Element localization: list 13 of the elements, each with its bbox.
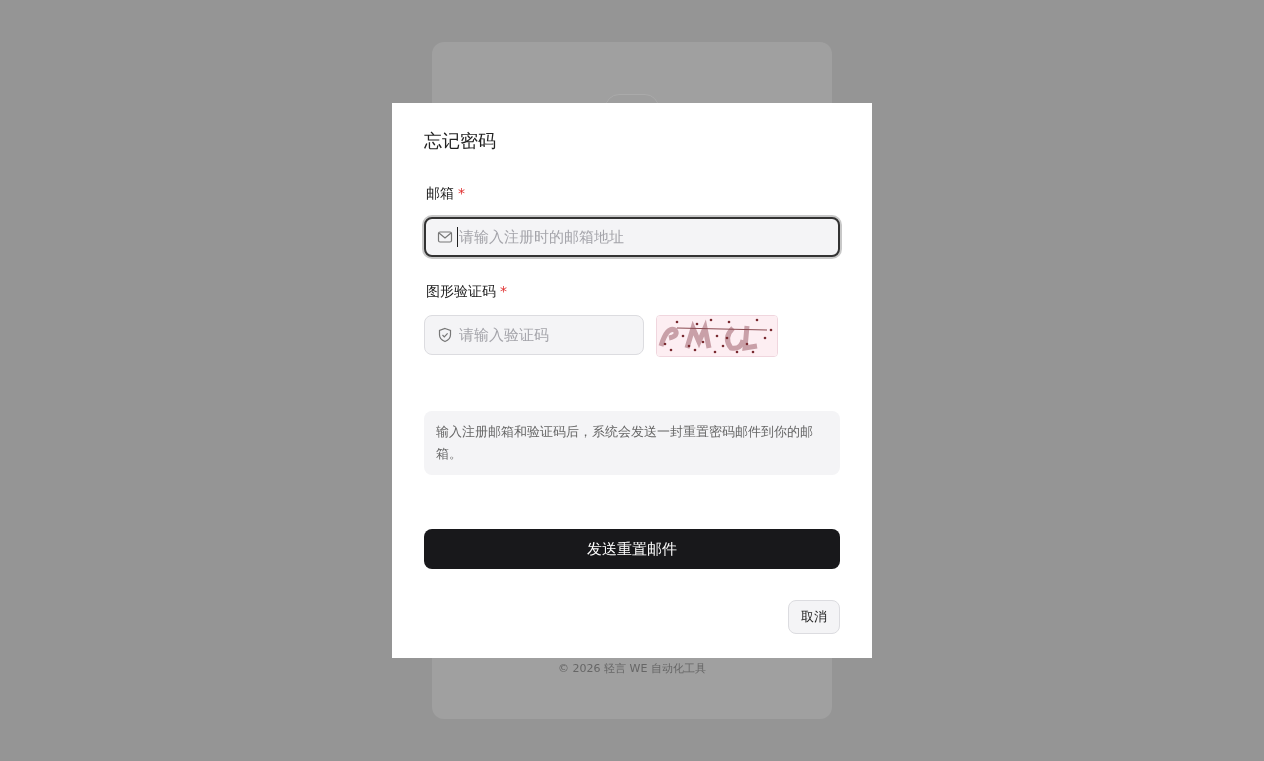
- captcha-field[interactable]: 请输入验证码: [424, 315, 644, 355]
- dialog-title: 忘记密码: [424, 129, 497, 153]
- email-field[interactable]: 请输入注册时的邮箱地址: [424, 217, 840, 257]
- required-mark: *: [458, 185, 465, 203]
- text-cursor: [457, 227, 458, 247]
- field-label: 图形验证码: [426, 283, 496, 301]
- field-label: 邮箱: [426, 185, 454, 203]
- send-reset-email-button[interactable]: 发送重置邮件: [424, 529, 840, 569]
- mail-icon: [437, 229, 453, 245]
- hint-text: 输入注册邮箱和验证码后，系统会发送一封重置密码邮件到你的邮箱。: [424, 411, 840, 475]
- shield-check-icon: [437, 327, 453, 343]
- cancel-button[interactable]: 取消: [788, 600, 840, 634]
- required-mark: *: [500, 283, 507, 301]
